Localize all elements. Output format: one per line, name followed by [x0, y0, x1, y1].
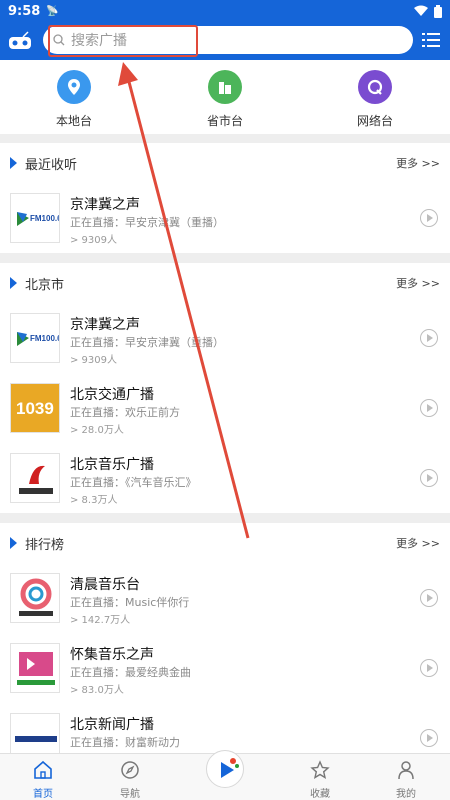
more-link[interactable]: 更多 >>: [396, 155, 440, 171]
station-live: 正在直播：财富新动力: [70, 736, 180, 749]
status-time: 9:58: [8, 3, 41, 19]
tab-nav[interactable]: 导航: [100, 760, 160, 800]
station-item[interactable]: FM100.6 京津冀之声 正在直播：早安京津冀（重播） > 9309人: [0, 183, 450, 253]
play-icon[interactable]: [420, 659, 438, 677]
station-live: 正在直播：早安京津冀（重播）: [70, 216, 224, 229]
station-item[interactable]: 清晨音乐台 正在直播：Music伴你行 > 142.7万人: [0, 563, 450, 633]
building-icon: [208, 70, 242, 104]
station-logo-fm1006: FM100.6: [10, 313, 60, 363]
station-live: 正在直播：欢乐正前方: [70, 406, 180, 419]
station-name: 北京交通广播: [70, 387, 154, 403]
bottom-tab-bar: 首页 导航 收藏 我的: [0, 750, 450, 800]
svg-text:FM100.6: FM100.6: [30, 214, 60, 223]
station-name: 京津冀之声: [70, 197, 140, 213]
section-ranking: 排行榜 更多 >> 清晨音乐台 正在直播：Music伴你行 > 142.7万人 …: [0, 523, 450, 763]
category-province-label: 省市台: [206, 114, 243, 128]
station-name: 怀集音乐之声: [70, 647, 154, 663]
section-title: 最近收听: [25, 157, 78, 173]
station-name: 清晨音乐台: [70, 577, 140, 593]
station-listeners: > 9309人: [70, 355, 118, 366]
play-icon[interactable]: [420, 399, 438, 417]
section-marker-icon: [10, 277, 17, 289]
star-icon: [310, 760, 330, 779]
station-item[interactable]: FM100.6 京津冀之声 正在直播：早安京津冀（重播） > 9309人: [0, 303, 450, 373]
play-icon[interactable]: [420, 209, 438, 227]
broadcast-status-icon: 📡: [46, 5, 59, 17]
wifi-icon: [414, 5, 428, 16]
section-title: 北京市: [25, 277, 65, 293]
station-listeners: > 9309人: [70, 235, 118, 246]
more-link[interactable]: 更多 >>: [396, 275, 440, 291]
station-listeners: > 28.0万人: [70, 425, 124, 436]
tab-favorites[interactable]: 收藏: [290, 760, 350, 800]
section-title: 排行榜: [25, 537, 65, 553]
station-logo-huaiji: [10, 643, 60, 693]
section-marker-icon: [10, 537, 17, 549]
tab-mine-label: 我的: [396, 789, 416, 800]
section-recent: 最近收听 更多 >> FM100.6 京津冀之声 正在直播：早安京津冀（重播） …: [0, 143, 450, 253]
play-icon[interactable]: [420, 329, 438, 347]
play-icon[interactable]: [420, 589, 438, 607]
tab-nav-label: 导航: [120, 789, 140, 800]
station-item[interactable]: 北京音乐广播 正在直播：《汽车音乐汇》 > 8.3万人: [0, 443, 450, 513]
station-name: 京津冀之声: [70, 317, 140, 333]
more-link[interactable]: 更多 >>: [396, 535, 440, 551]
svg-text:1039: 1039: [16, 399, 54, 418]
home-icon: [34, 760, 52, 779]
status-bar: 9:58 📡: [0, 0, 450, 22]
category-network[interactable]: 网络台: [335, 70, 415, 129]
section-header: 北京市 更多 >>: [0, 263, 450, 303]
section-beijing: 北京市 更多 >> FM100.6 京津冀之声 正在直播：早安京津冀（重播） >…: [0, 263, 450, 513]
station-live: 正在直播：《汽车音乐汇》: [70, 476, 197, 489]
category-bar: 本地台 省市台 网络台: [0, 60, 450, 134]
station-name: 北京新闻广播: [70, 717, 154, 733]
category-local-label: 本地台: [55, 114, 92, 128]
play-center-button[interactable]: [206, 750, 244, 788]
radio-logo-icon[interactable]: [8, 31, 32, 51]
play-icon[interactable]: [420, 729, 438, 747]
station-logo-1039: 1039: [10, 383, 60, 433]
station-listeners: > 142.7万人: [70, 615, 131, 626]
category-network-label: 网络台: [356, 114, 393, 128]
category-local[interactable]: 本地台: [34, 70, 114, 129]
tab-favorites-label: 收藏: [310, 789, 330, 800]
location-pin-icon: [57, 70, 91, 104]
network-q-icon: [358, 70, 392, 104]
station-logo-qingchen: [10, 573, 60, 623]
tab-mine[interactable]: 我的: [376, 760, 436, 800]
compass-icon: [121, 761, 139, 779]
station-live: 正在直播：最爱经典金曲: [70, 666, 191, 679]
section-header: 最近收听 更多 >>: [0, 143, 450, 183]
play-center-icon: [221, 758, 239, 778]
svg-text:FM100.6: FM100.6: [30, 334, 60, 343]
play-icon[interactable]: [420, 469, 438, 487]
user-icon: [398, 761, 414, 780]
station-logo-fm1006: FM100.6: [10, 193, 60, 243]
highlight-box: [48, 25, 198, 57]
battery-icon: [434, 4, 442, 18]
section-marker-icon: [10, 157, 17, 169]
menu-list-icon[interactable]: [422, 31, 440, 49]
station-listeners: > 83.0万人: [70, 685, 124, 696]
station-name: 北京音乐广播: [70, 457, 154, 473]
station-item[interactable]: 1039 北京交通广播 正在直播：欢乐正前方 > 28.0万人: [0, 373, 450, 443]
station-listeners: > 8.3万人: [70, 495, 118, 506]
category-province[interactable]: 省市台: [185, 70, 265, 129]
tab-home[interactable]: 首页: [13, 760, 73, 800]
station-item[interactable]: 怀集音乐之声 正在直播：最爱经典金曲 > 83.0万人: [0, 633, 450, 703]
station-live: 正在直播：Music伴你行: [70, 596, 190, 609]
section-header: 排行榜 更多 >>: [0, 523, 450, 563]
station-live: 正在直播：早安京津冀（重播）: [70, 336, 224, 349]
tab-home-label: 首页: [33, 789, 53, 800]
station-logo-beijing-music: [10, 453, 60, 503]
